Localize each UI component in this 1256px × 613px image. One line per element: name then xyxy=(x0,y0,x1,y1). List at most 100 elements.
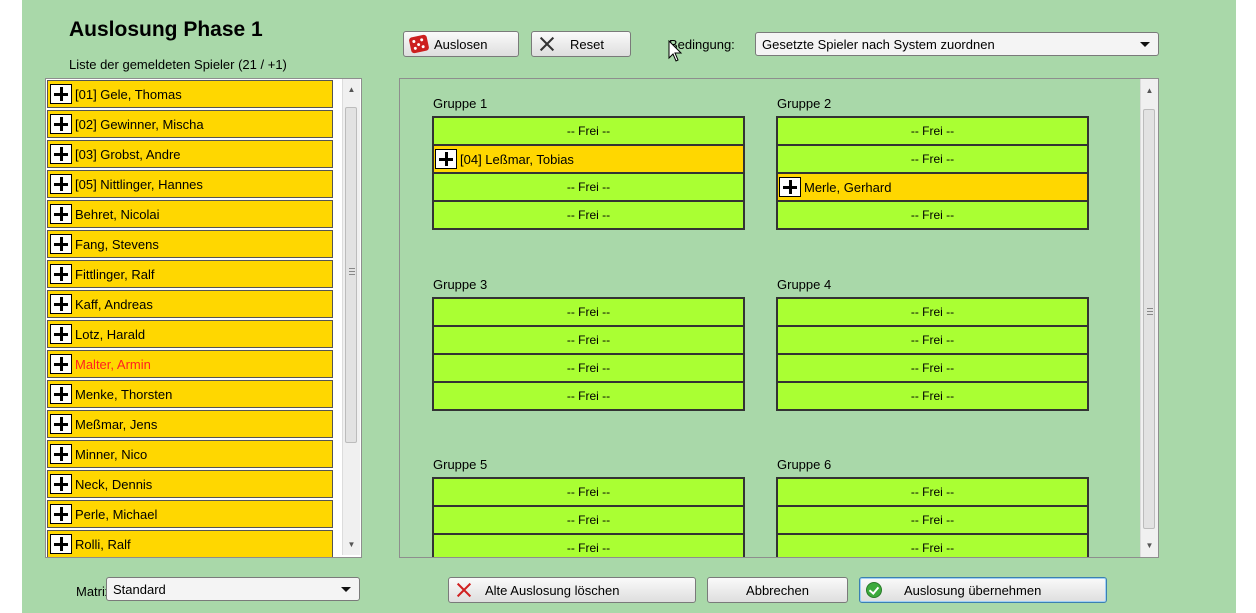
delete-old-draw-button[interactable]: Alte Auslosung löschen xyxy=(448,577,696,603)
player-row[interactable]: Meßmar, Jens xyxy=(47,410,333,438)
accept-draw-button[interactable]: Auslosung übernehmen xyxy=(859,577,1107,603)
move-icon[interactable] xyxy=(50,534,72,554)
group-slot-player[interactable]: [04] Leßmar, Tobias xyxy=(434,146,743,174)
move-icon[interactable] xyxy=(50,324,72,344)
scroll-up-icon[interactable]: ▲ xyxy=(1141,82,1158,99)
group-slot-free[interactable]: -- Frei -- xyxy=(434,383,743,409)
player-row[interactable]: Malter, Armin xyxy=(47,350,333,378)
player-name: Malter, Armin xyxy=(75,356,151,372)
group-slot-free[interactable]: -- Frei -- xyxy=(434,118,743,146)
scroll-thumb[interactable] xyxy=(345,107,357,443)
player-name: Rolli, Ralf xyxy=(75,536,131,552)
draw-button[interactable]: Auslosen xyxy=(403,31,519,57)
player-row[interactable]: Minner, Nico xyxy=(47,440,333,468)
group-slot-free[interactable]: -- Frei -- xyxy=(778,299,1087,327)
player-name: Menke, Thorsten xyxy=(75,386,173,402)
group-slot-free[interactable]: -- Frei -- xyxy=(778,118,1087,146)
move-icon[interactable] xyxy=(435,149,457,169)
groups-scrollbar[interactable]: ▲ ▼ xyxy=(1140,79,1158,557)
move-icon[interactable] xyxy=(50,114,72,134)
group-slots: -- Frei ---- Frei ---- Frei ---- Frei -- xyxy=(776,477,1089,557)
player-row[interactable]: Neck, Dennis xyxy=(47,470,333,498)
scroll-down-icon[interactable]: ▼ xyxy=(1141,537,1158,554)
player-row[interactable]: Fittlinger, Ralf xyxy=(47,260,333,288)
group-slots: -- Frei ---- Frei ---- Frei ---- Frei -- xyxy=(432,477,745,557)
move-icon[interactable] xyxy=(50,414,72,434)
group-slot-free[interactable]: -- Frei -- xyxy=(434,507,743,535)
player-name: [01] Gele, Thomas xyxy=(75,86,182,102)
reset-button[interactable]: Reset xyxy=(531,31,631,57)
group-slot-free[interactable]: -- Frei -- xyxy=(778,507,1087,535)
group-slot-free[interactable]: -- Frei -- xyxy=(434,327,743,355)
scroll-down-icon[interactable]: ▼ xyxy=(343,536,360,553)
group-slot-free[interactable]: -- Frei -- xyxy=(778,383,1087,409)
group-slot-free[interactable]: -- Frei -- xyxy=(778,479,1087,507)
cancel-button[interactable]: Abbrechen xyxy=(707,577,848,603)
move-icon[interactable] xyxy=(50,474,72,494)
group-slots: -- Frei ---- Frei ---- Frei ---- Frei -- xyxy=(432,297,745,411)
move-icon[interactable] xyxy=(50,174,72,194)
player-name: Fang, Stevens xyxy=(75,236,159,252)
move-icon[interactable] xyxy=(50,264,72,284)
check-icon xyxy=(866,582,882,598)
player-row[interactable]: [01] Gele, Thomas xyxy=(47,80,333,108)
chevron-down-icon xyxy=(1140,42,1150,47)
chevron-down-icon xyxy=(341,587,351,592)
move-icon[interactable] xyxy=(50,204,72,224)
slot-text: -- Frei -- xyxy=(910,389,955,403)
group-slot-free[interactable]: -- Frei -- xyxy=(434,355,743,383)
group-slot-free[interactable]: -- Frei -- xyxy=(778,202,1087,228)
group-slot-free[interactable]: -- Frei -- xyxy=(434,299,743,327)
slot-text: -- Frei -- xyxy=(910,152,955,166)
player-row[interactable]: Rolli, Ralf xyxy=(47,530,333,557)
move-icon[interactable] xyxy=(50,504,72,524)
player-row[interactable]: Fang, Stevens xyxy=(47,230,333,258)
condition-select[interactable]: Gesetzte Spieler nach System zuordnen xyxy=(755,32,1159,56)
move-icon[interactable] xyxy=(50,444,72,464)
group-slot-free[interactable]: -- Frei -- xyxy=(434,202,743,228)
scroll-thumb[interactable] xyxy=(1143,109,1155,529)
scroll-up-icon[interactable]: ▲ xyxy=(343,81,360,98)
player-list-scrollbar[interactable]: ▲ ▼ xyxy=(342,79,360,555)
player-row[interactable]: [05] Nittlinger, Hannes xyxy=(47,170,333,198)
move-icon[interactable] xyxy=(50,234,72,254)
player-name: [05] Nittlinger, Hannes xyxy=(75,176,203,192)
player-row[interactable]: Lotz, Harald xyxy=(47,320,333,348)
grip-icon xyxy=(349,268,355,275)
page-title: Auslosung Phase 1 xyxy=(69,18,263,41)
move-icon[interactable] xyxy=(50,84,72,104)
close-icon xyxy=(455,581,473,599)
group-label: Gruppe 2 xyxy=(777,96,832,111)
group-slots: -- Frei ---- Frei ---- Frei ---- Frei -- xyxy=(776,297,1089,411)
group-slot-free[interactable]: -- Frei -- xyxy=(778,146,1087,174)
matrix-select-value: Standard xyxy=(113,581,166,597)
group-slot-free[interactable]: -- Frei -- xyxy=(778,355,1087,383)
player-row[interactable]: [03] Grobst, Andre xyxy=(47,140,333,168)
player-row[interactable]: Perle, Michael xyxy=(47,500,333,528)
group-slot-free[interactable]: -- Frei -- xyxy=(434,535,743,557)
group-slot-free[interactable]: -- Frei -- xyxy=(434,479,743,507)
player-list-caption: Liste der gemeldeten Spieler (21 / +1) xyxy=(69,57,287,72)
move-icon[interactable] xyxy=(50,294,72,314)
group-slot-free[interactable]: -- Frei -- xyxy=(434,174,743,202)
player-row[interactable]: Menke, Thorsten xyxy=(47,380,333,408)
move-icon[interactable] xyxy=(779,177,801,197)
group-slot-free[interactable]: -- Frei -- xyxy=(778,327,1087,355)
player-list[interactable]: [01] Gele, Thomas [02] Gewinner, Mischa [0… xyxy=(45,78,362,558)
player-row[interactable]: Behret, Nicolai xyxy=(47,200,333,228)
group-slots: -- Frei -- [04] Leßmar, Tobias -- Frei -- -… xyxy=(432,116,745,230)
reset-button-label: Reset xyxy=(570,36,604,52)
slot-text: -- Frei -- xyxy=(910,305,955,319)
player-row[interactable]: [02] Gewinner, Mischa xyxy=(47,110,333,138)
draw-button-label: Auslosen xyxy=(434,36,488,52)
group-slot-player[interactable]: Merle, Gerhard xyxy=(778,174,1087,202)
group-label: Gruppe 3 xyxy=(433,277,488,292)
move-icon[interactable] xyxy=(50,354,72,374)
player-row[interactable]: Kaff, Andreas xyxy=(47,290,333,318)
move-icon[interactable] xyxy=(50,384,72,404)
dice-icon xyxy=(408,34,430,54)
group-slot-free[interactable]: -- Frei -- xyxy=(778,535,1087,557)
matrix-select[interactable]: Standard xyxy=(106,577,360,601)
player-name: Minner, Nico xyxy=(75,446,148,462)
move-icon[interactable] xyxy=(50,144,72,164)
